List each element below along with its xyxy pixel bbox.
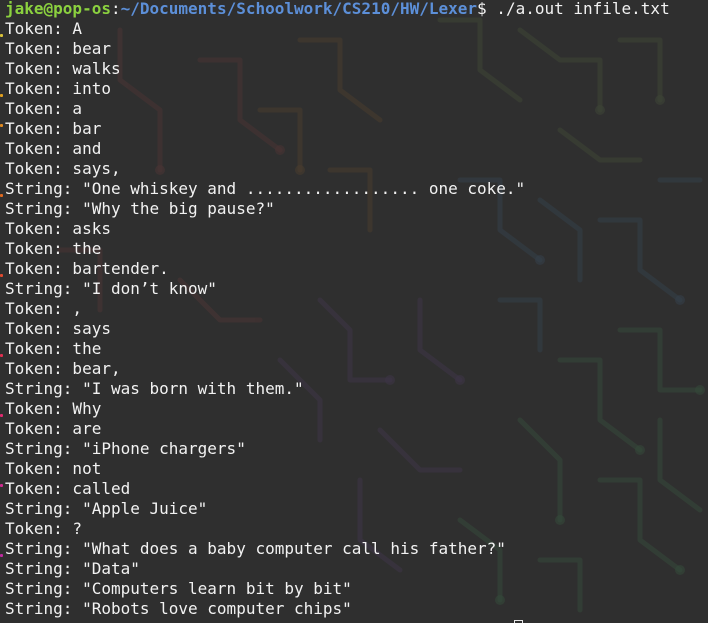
output-line: String: "One whiskey and ...............… [5,179,526,198]
terminal-output[interactable]: jake@pop-os:~/Documents/Schoolwork/CS210… [5,0,708,619]
output-line: Token: bartender. [5,259,169,278]
output-line: Token: not [5,459,102,478]
output-line: Token: asks [5,219,111,238]
gutter-mark [0,274,3,277]
output-line: Token: the [5,339,102,358]
prompt-dollar: $ [477,0,487,18]
output-line: String: "What does a baby computer call … [5,539,506,558]
output-line: Token: says [5,319,111,338]
gutter-mark [0,484,3,487]
output-line: Token: Why [5,399,102,418]
output-line: String: "Computers learn bit by bit" [5,579,352,598]
gutter-mark [0,554,3,557]
next-prompt-line[interactable] [5,618,523,623]
output-line: String: "I was born with them." [5,379,304,398]
prompt-line: jake@pop-os:~/Documents/Schoolwork/CS210… [5,0,708,19]
output-line: Token: into [5,79,111,98]
output-line: Token: , [5,299,83,318]
output-line: String: "Apple Juice" [5,499,208,518]
output-line: String: "iPhone chargers" [5,439,246,458]
output-line: Token: says, [5,159,121,178]
gutter-mark [0,414,3,417]
output-line: Token: bear [5,39,111,58]
gutter-mark [0,34,3,37]
prompt-separator: : [110,0,121,18]
output-line: Token: and [5,139,102,158]
output-line: Token: bar [5,119,102,138]
gutter-mark [0,194,3,197]
left-gutter-marks [0,0,4,623]
output-line: String: "I don’t know" [5,279,217,298]
terminal-window[interactable]: jake@pop-os:~/Documents/Schoolwork/CS210… [0,0,708,623]
output-line: Token: ? [5,519,83,538]
output-line: Token: called [5,479,131,498]
output-line: Token: the [5,239,102,258]
prompt-path: ~/Documents/Schoolwork/CS210/HW/Lexer [120,0,478,18]
prompt-user-host: jake@pop-os [5,0,111,18]
output-line: Token: walks [5,59,121,78]
output-line: Token: bear, [5,359,121,378]
output-line: Token: A [5,19,83,38]
gutter-mark [0,124,3,127]
output-line: Token: are [5,419,102,438]
output-line: String: "Data" [5,559,140,578]
output-line: Token: a [5,99,83,118]
gutter-mark [0,354,3,357]
prompt-command: ./a.out infile.txt [486,0,670,18]
output-line: String: "Robots love computer chips" [5,599,352,618]
output-line: String: "Why the big pause?" [5,199,275,218]
gutter-mark [0,94,3,97]
